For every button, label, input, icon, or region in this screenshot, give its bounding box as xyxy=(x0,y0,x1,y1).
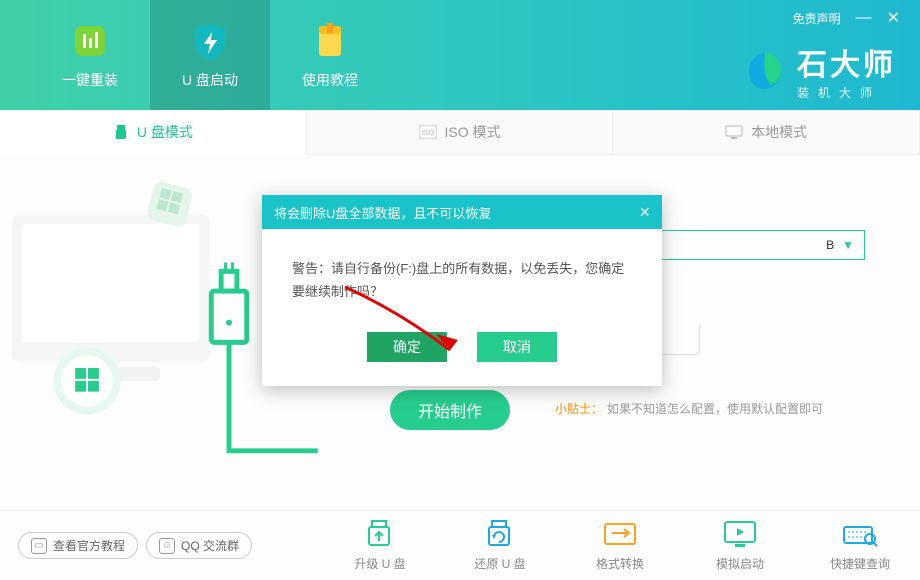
tool-label: 模拟启动 xyxy=(716,555,764,572)
nav-usb-boot[interactable]: U 盘启动 xyxy=(150,0,270,110)
tool-label: 格式转换 xyxy=(596,555,644,572)
app-header: 免责声明 — ✕ 一键重装 U 盘启动 使用教程 石大师 xyxy=(0,0,920,110)
keyboard-search-icon xyxy=(842,519,878,549)
pill-label: QQ 交流群 xyxy=(181,537,239,554)
dialog-title: 将会删除U盘全部数据，且不可以恢复 xyxy=(274,203,491,222)
dialog-message: 警告：请自行备份(F:)盘上的所有数据，以免丢失，您确定要继续制作吗？ xyxy=(292,257,632,304)
ok-button[interactable]: 确定 xyxy=(367,332,447,362)
hint-text: 小贴士： 如果不知道怎么配置，使用默认配置即可 xyxy=(555,400,823,417)
close-icon[interactable]: ✕ xyxy=(887,8,900,28)
convert-icon xyxy=(602,519,638,549)
official-tutorial-link[interactable]: ▭ 查看官方教程 xyxy=(18,532,138,559)
mode-tabs: U 盘模式 ISO ISO 模式 本地模式 xyxy=(0,110,920,155)
cancel-button[interactable]: 取消 xyxy=(477,332,557,362)
confirm-dialog: 将会删除U盘全部数据，且不可以恢复 × 警告：请自行备份(F:)盘上的所有数据，… xyxy=(262,195,662,386)
tab-label: 本地模式 xyxy=(751,122,807,142)
main-nav: 一键重装 U 盘启动 使用教程 xyxy=(30,0,390,110)
chevron-down-icon: ▼ xyxy=(842,238,854,252)
hint-body: 如果不知道怎么配置，使用默认配置即可 xyxy=(607,402,823,416)
start-make-button[interactable]: 开始制作 xyxy=(390,390,510,430)
tool-simulate-boot[interactable]: 模拟启动 xyxy=(700,519,780,572)
tool-format-convert[interactable]: 格式转换 xyxy=(580,519,660,572)
nav-label: 一键重装 xyxy=(62,70,118,90)
tool-restore-usb[interactable]: 还原 U 盘 xyxy=(460,519,540,572)
qq-group-link[interactable]: ☺ QQ 交流群 xyxy=(146,532,252,559)
nav-reinstall[interactable]: 一键重装 xyxy=(30,0,150,110)
book-icon: ▭ xyxy=(31,538,47,554)
nav-tutorial[interactable]: 使用教程 xyxy=(270,0,390,110)
people-icon: ☺ xyxy=(159,538,175,554)
monitor-play-icon xyxy=(722,519,758,549)
tab-label: U 盘模式 xyxy=(137,122,193,142)
hint-prefix: 小贴士： xyxy=(555,402,603,416)
tool-label: 升级 U 盘 xyxy=(354,555,405,572)
tool-label: 还原 U 盘 xyxy=(474,555,525,572)
brand: 石大师 装机大师 xyxy=(743,40,896,101)
usb-up-icon xyxy=(362,519,398,549)
tool-upgrade-usb[interactable]: 升级 U 盘 xyxy=(340,519,420,572)
disclaimer-link[interactable]: 免责声明 xyxy=(793,10,841,27)
tool-label: 快捷键查询 xyxy=(830,555,890,572)
bottom-bar: ▭ 查看官方教程 ☺ QQ 交流群 升级 U 盘 还原 U 盘 格式转换 模拟启… xyxy=(0,510,920,580)
brand-name: 石大师 xyxy=(797,40,896,84)
brand-sub: 装机大师 xyxy=(797,84,896,101)
dialog-close-icon[interactable]: × xyxy=(639,203,650,221)
usb-refresh-icon xyxy=(482,519,518,549)
nav-label: 使用教程 xyxy=(302,70,358,90)
minimize-icon[interactable]: — xyxy=(856,9,872,27)
tab-iso-mode[interactable]: ISO ISO 模式 xyxy=(307,110,614,155)
brand-logo-icon xyxy=(743,49,787,93)
svg-text:ISO: ISO xyxy=(421,130,434,137)
iso-icon: ISO xyxy=(419,125,437,139)
usb-icon xyxy=(113,124,129,140)
tab-label: ISO 模式 xyxy=(445,122,501,142)
monitor-icon xyxy=(725,125,743,139)
usb-shield-icon xyxy=(189,20,231,62)
tool-hotkey-lookup[interactable]: 快捷键查询 xyxy=(820,519,900,572)
reinstall-icon xyxy=(69,20,111,62)
book-icon xyxy=(309,20,351,62)
tab-usb-mode[interactable]: U 盘模式 xyxy=(0,110,307,155)
dropdown-value: B xyxy=(826,238,834,252)
tab-local-mode[interactable]: 本地模式 xyxy=(613,110,920,155)
nav-label: U 盘启动 xyxy=(182,70,238,90)
pill-label: 查看官方教程 xyxy=(53,537,125,554)
dialog-title-bar: 将会删除U盘全部数据，且不可以恢复 × xyxy=(262,195,662,229)
device-dropdown[interactable]: B ▼ xyxy=(650,230,865,260)
